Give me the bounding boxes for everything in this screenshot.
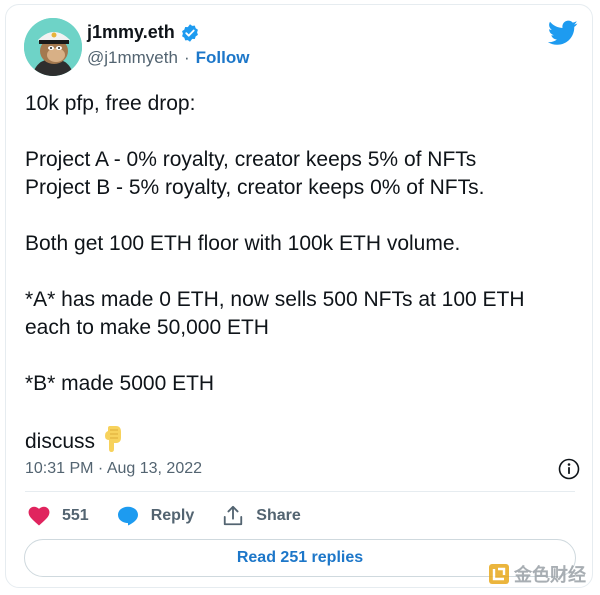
twitter-bird-icon[interactable] <box>548 20 578 46</box>
share-label: Share <box>256 507 301 524</box>
author-handle[interactable]: @j1mmyeth <box>87 48 178 68</box>
tweet-timestamp[interactable]: 10:31 PM · Aug 13, 2022 <box>25 460 202 478</box>
separator-dot: · <box>183 48 190 67</box>
verified-badge-icon <box>181 23 198 42</box>
share-button[interactable]: Share <box>222 505 301 527</box>
handle-row: @j1mmyeth · Follow <box>87 48 249 68</box>
pointing-down-emoji-icon <box>105 426 122 452</box>
avatar-ape-icon <box>24 18 82 76</box>
reply-label: Reply <box>150 507 195 524</box>
info-icon[interactable] <box>558 458 580 480</box>
pointing-down-emoji <box>101 426 125 460</box>
follow-button[interactable]: Follow <box>196 48 250 68</box>
reply-button[interactable]: Reply <box>117 506 195 526</box>
like-button[interactable]: 551 <box>28 506 89 526</box>
reply-bubble-icon <box>117 506 138 526</box>
action-bar: 551 Reply Share <box>28 505 329 527</box>
divider <box>25 491 575 492</box>
avatar[interactable] <box>24 18 82 76</box>
read-replies-label: Read 251 replies <box>236 549 364 566</box>
like-count: 551 <box>62 507 89 524</box>
watermark-text: 金色财经 <box>514 565 586 585</box>
tweet-text: 10k pfp, free drop: Project A - 0% royal… <box>25 92 525 453</box>
author-display-name[interactable]: j1mmy.eth <box>87 22 175 43</box>
author-name-row: j1mmy.eth <box>87 22 200 43</box>
tweet-text-container: 10k pfp, free drop: Project A - 0% royal… <box>25 90 575 460</box>
watermark-logo-icon <box>489 564 509 584</box>
share-icon <box>224 505 243 526</box>
heart-icon <box>28 506 50 526</box>
watermark: 金色财经 <box>488 561 586 587</box>
